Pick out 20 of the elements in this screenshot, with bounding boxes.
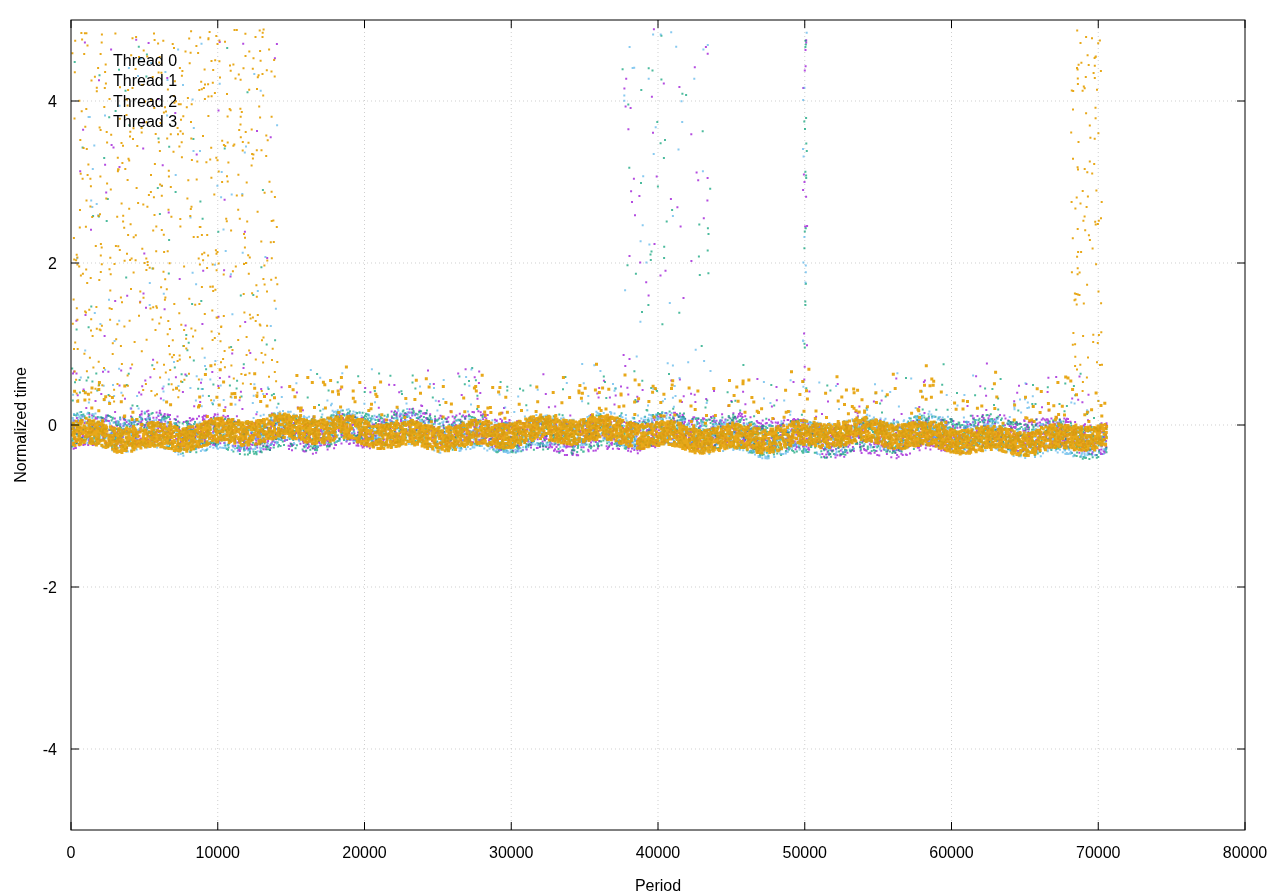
axis-tick-label: 60000 (929, 844, 974, 861)
legend-label: Thread 3 (113, 112, 178, 130)
axis-tick-label: 80000 (1222, 844, 1268, 861)
axis-tick-label: -2 (42, 579, 57, 596)
axis-tick-label: 40000 (635, 844, 681, 861)
axis-tick-label: -4 (42, 741, 57, 758)
axis-tick-label: 50000 (782, 844, 827, 861)
axis-tick-label: 0 (48, 417, 57, 434)
axis-tick-label: 0 (66, 844, 76, 861)
axis-tick-label: 20000 (342, 844, 387, 861)
axis-tick-label: 70000 (1076, 844, 1121, 861)
axis-tick-label: 4 (48, 93, 57, 110)
legend-label: Thread 1 (113, 72, 178, 90)
axis-title: Normalized time (12, 367, 29, 483)
legend-label: Thread 2 (113, 92, 178, 110)
axis-tick-label: 30000 (489, 844, 534, 861)
axis-tick-label: 2 (48, 255, 57, 272)
legend-label: Thread 0 (113, 52, 178, 69)
axis-tick-label: 10000 (195, 844, 240, 861)
axis-title: Period (634, 877, 682, 894)
